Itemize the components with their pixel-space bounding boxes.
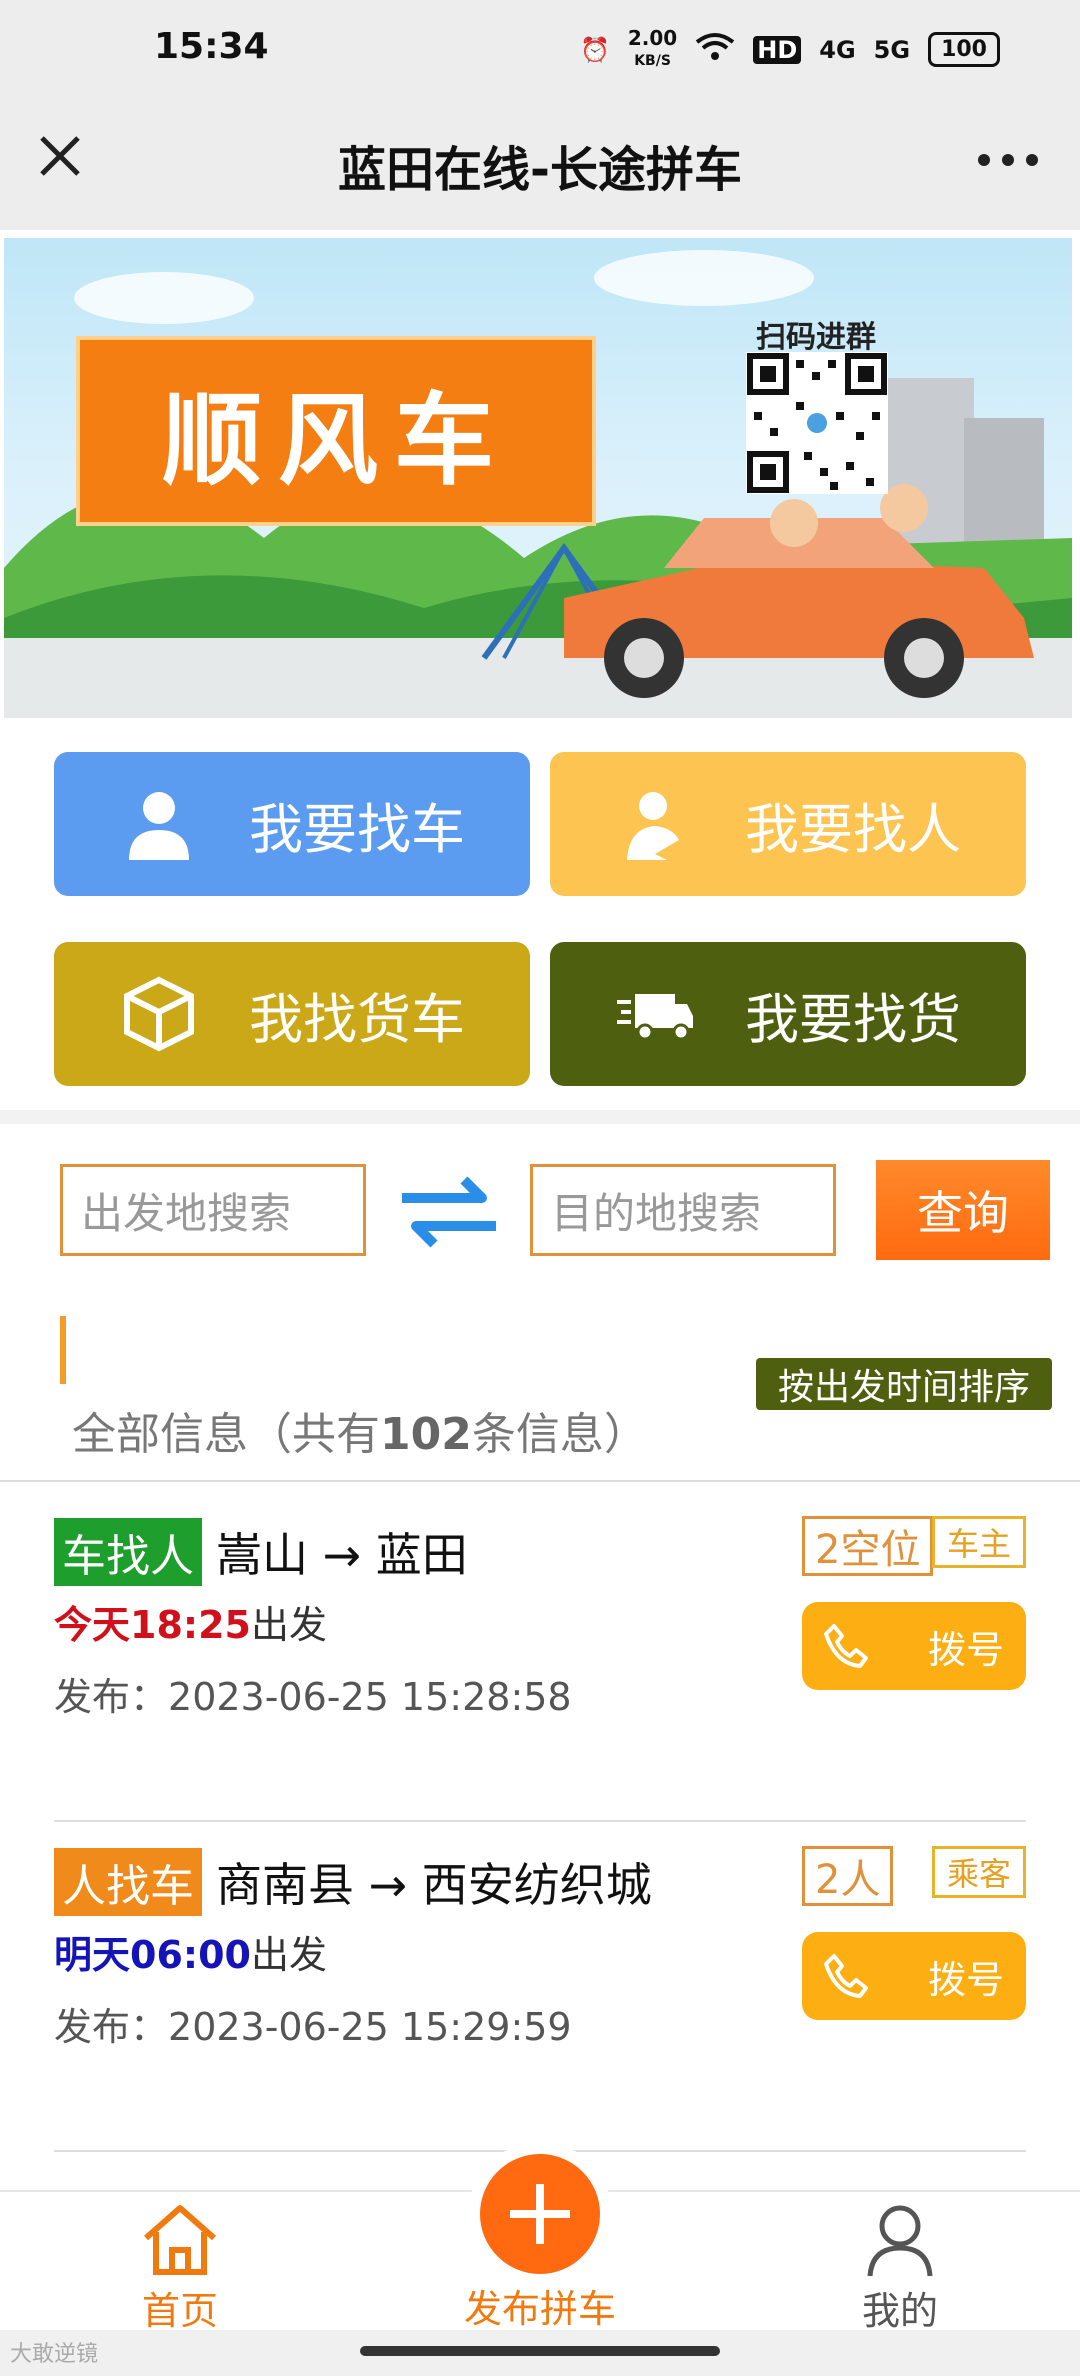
listing-type-tag: 车找人: [54, 1518, 202, 1586]
find-passenger-button[interactable]: 我要找人: [550, 752, 1026, 896]
role-badge: 乘客: [931, 1846, 1026, 1898]
qr-caption: 扫码进群: [756, 320, 876, 355]
signal-5g: 5G: [873, 35, 911, 64]
status-time: 15:34: [154, 26, 269, 67]
user-icon: [867, 2205, 933, 2277]
seats-badge: 2人: [802, 1846, 894, 1906]
signal-4g: 4G: [819, 35, 856, 64]
list-header: 按出发时间排序 全部信息（共有102条信息）: [0, 1300, 1080, 1482]
find-truck-button[interactable]: 我找货车: [54, 942, 530, 1086]
origin-search-input[interactable]: 出发地搜索: [60, 1164, 366, 1256]
hd-badge: HD: [753, 35, 802, 64]
dial-label: 拨号: [927, 1627, 1004, 1672]
page-title: 蓝田在线-长途拼车: [338, 142, 742, 198]
listing-card[interactable]: 人找车 商南县 → 西安纺织城 明天06:00出发 发布：2023-06-25 …: [54, 1820, 1026, 2152]
listing-card[interactable]: 车找人 嵩山 → 蓝田 今天18:25出发 发布：2023-06-25 15:2…: [54, 1490, 1026, 1822]
search-row: 出发地搜索 目的地搜索 查询: [0, 1124, 1080, 1264]
tab-publish-label[interactable]: 发布拼车: [440, 2278, 640, 2333]
promo-banner: 顺风车 扫码进群: [4, 238, 1072, 718]
battery-indicator: 100: [928, 32, 1000, 67]
departure-day: 明天: [54, 1933, 131, 1977]
package-icon: [124, 976, 194, 1052]
count-suffix: 条信息）: [471, 1409, 648, 1460]
phone-icon: [824, 1624, 868, 1668]
gesture-area: 大敢逆镜: [0, 2330, 1080, 2376]
published-time: 发布：2023-06-25 15:28:58: [54, 1666, 572, 1721]
departure-suffix: 出发: [250, 1603, 327, 1647]
tab-mine-label: 我的: [861, 2289, 938, 2333]
departure-time: 今天18:25出发: [54, 1594, 327, 1649]
find-passenger-label: 我要找人: [745, 797, 961, 861]
listing-route: 人找车 商南县 → 西安纺织城: [54, 1848, 652, 1916]
quick-actions: 我要找车 我要找人 我找货车 我要找货: [0, 740, 1080, 1110]
find-cargo-label: 我要找货: [745, 987, 961, 1051]
find-car-button[interactable]: 我要找车: [54, 752, 530, 896]
tab-home-label: 首页: [141, 2289, 218, 2333]
phone-icon: [824, 1954, 868, 1998]
truck-icon: [617, 994, 693, 1041]
route-text: 商南县 → 西安纺织城: [216, 1858, 652, 1912]
qr-code-image[interactable]: [746, 352, 888, 494]
departure-suffix: 出发: [250, 1933, 327, 1977]
speed-value: 2.00: [627, 26, 678, 50]
status-icons: ⏰ 2.00 KB/S HD 4G 5G 100: [580, 28, 1000, 71]
sort-by-departure-button[interactable]: 按出发时间排序: [755, 1358, 1052, 1410]
publish-button[interactable]: [468, 2142, 612, 2286]
swap-icon[interactable]: [398, 1174, 500, 1250]
seats-badge: 2空位: [802, 1516, 934, 1576]
person-icon: [129, 792, 189, 860]
departure-clock: 06:00: [130, 1933, 251, 1977]
published-value: 2023-06-25 15:28:58: [168, 1675, 572, 1719]
role-badge: 车主: [931, 1516, 1026, 1568]
home-icon: [144, 2205, 216, 2275]
speed-unit: KB/S: [634, 53, 671, 69]
departure-clock: 18:25: [130, 1603, 251, 1647]
find-cargo-button[interactable]: 我要找货: [550, 942, 1026, 1086]
destination-search-input[interactable]: 目的地搜索: [530, 1164, 836, 1256]
dial-label: 拨号: [927, 1957, 1004, 2002]
departure-time: 明天06:00出发: [54, 1924, 327, 1979]
find-car-label: 我要找车: [249, 797, 465, 861]
driver-icon: [627, 792, 679, 860]
dial-button[interactable]: 拨号: [802, 1602, 1026, 1690]
plus-icon: [480, 2154, 600, 2274]
listing-count: 全部信息（共有102条信息）: [72, 1398, 648, 1462]
banner-headline: 顺风车: [76, 336, 596, 526]
count-total: 102: [380, 1409, 472, 1460]
watermark: 大敢逆镜: [10, 2342, 99, 2367]
count-prefix: 全部信息（共有: [72, 1409, 380, 1460]
published-time: 发布：2023-06-25 15:29:59: [54, 1996, 572, 2051]
alarm-icon: ⏰: [579, 35, 610, 64]
wifi-icon: [695, 32, 735, 68]
listing-type-tag: 人找车: [54, 1848, 202, 1916]
listing-route: 车找人 嵩山 → 蓝田: [54, 1518, 468, 1586]
published-label: 发布：: [54, 2005, 169, 2049]
network-speed: 2.00 KB/S: [628, 28, 677, 71]
status-bar: 15:34 ⏰ 2.00 KB/S HD 4G 5G 100: [0, 0, 1080, 96]
more-icon[interactable]: [976, 150, 1040, 170]
tab-mine[interactable]: 我的: [800, 2202, 1000, 2335]
section-divider: [0, 1110, 1080, 1124]
bottom-tab-bar: 首页 发布拼车 我的: [0, 2142, 1080, 2335]
query-button[interactable]: 查询: [876, 1160, 1050, 1260]
published-label: 发布：: [54, 1675, 169, 1719]
home-indicator[interactable]: [360, 2346, 720, 2356]
tab-home[interactable]: 首页: [80, 2202, 280, 2335]
find-truck-label: 我找货车: [249, 987, 465, 1051]
departure-day: 今天: [54, 1603, 131, 1647]
dial-button[interactable]: 拨号: [802, 1932, 1026, 2020]
published-value: 2023-06-25 15:29:59: [168, 2005, 572, 2049]
route-text: 嵩山 → 蓝田: [216, 1528, 468, 1582]
title-bar: 蓝田在线-长途拼车: [0, 96, 1080, 230]
accent-bar: [60, 1316, 66, 1384]
